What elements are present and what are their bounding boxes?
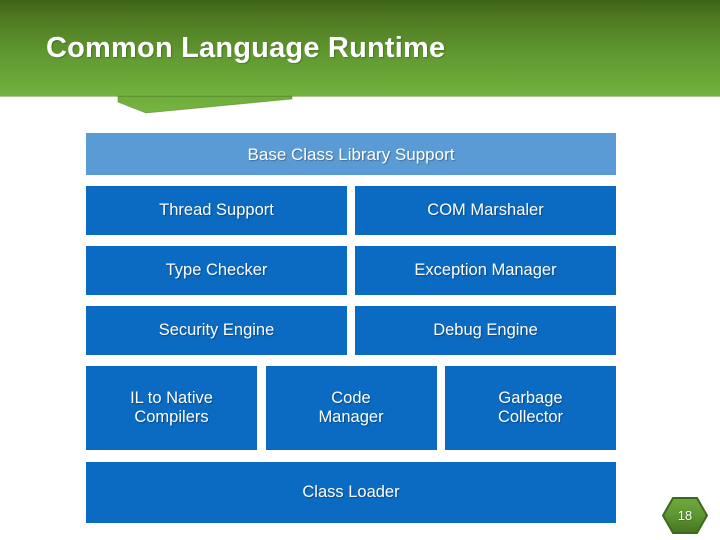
page-number-label: 18 bbox=[677, 508, 693, 523]
diagram-box-garbage-collector[interactable]: Garbage Collector bbox=[445, 366, 616, 450]
diagram-box-debug-engine[interactable]: Debug Engine bbox=[355, 306, 616, 355]
header-banner: Common Language Runtime bbox=[0, 0, 720, 116]
diagram-row: Type Checker Exception Manager bbox=[86, 246, 616, 295]
diagram-row: Thread Support COM Marshaler bbox=[86, 186, 616, 235]
diagram-box-class-loader[interactable]: Class Loader bbox=[86, 462, 616, 523]
diagram-box-thread-support[interactable]: Thread Support bbox=[86, 186, 347, 235]
diagram-row: Class Loader bbox=[86, 462, 616, 523]
diagram-box-code-manager[interactable]: Code Manager bbox=[265, 366, 437, 450]
diagram-row: Security Engine Debug Engine bbox=[86, 306, 616, 355]
diagram-box-exception-manager[interactable]: Exception Manager bbox=[355, 246, 616, 295]
slide-canvas: Common Language Runtime Base Class Libra… bbox=[0, 0, 720, 540]
diagram-row: IL to Native Compilers Code Manager Garb… bbox=[86, 366, 616, 450]
page-number-badge: 18 bbox=[662, 497, 708, 534]
diagram-box-il-to-native-compilers[interactable]: IL to Native Compilers bbox=[86, 366, 257, 450]
page-title: Common Language Runtime bbox=[46, 32, 446, 64]
clr-architecture-diagram: Base Class Library Support Thread Suppor… bbox=[86, 133, 616, 523]
diagram-box-type-checker[interactable]: Type Checker bbox=[86, 246, 347, 295]
diagram-box-com-marshaler[interactable]: COM Marshaler bbox=[355, 186, 616, 235]
diagram-box-security-engine[interactable]: Security Engine bbox=[86, 306, 347, 355]
diagram-row: Base Class Library Support bbox=[86, 133, 616, 175]
diagram-box-base-class-library-support[interactable]: Base Class Library Support bbox=[86, 133, 616, 175]
